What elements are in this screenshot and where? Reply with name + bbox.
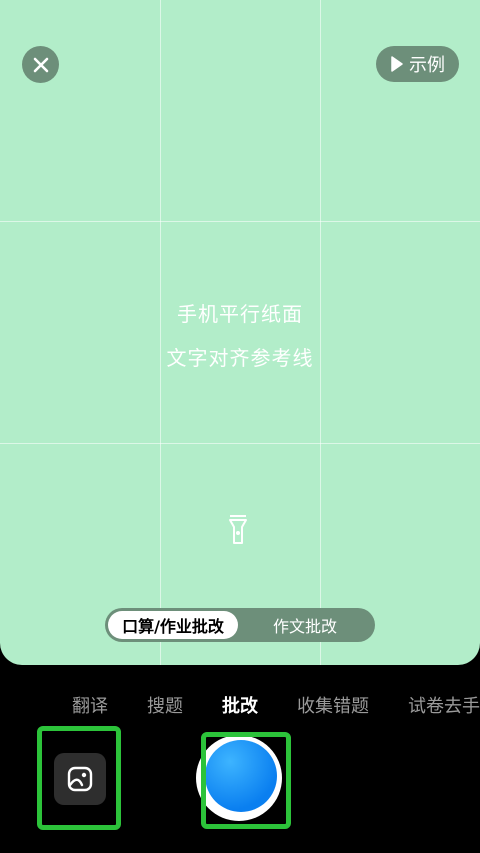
close-button[interactable] bbox=[22, 46, 59, 83]
example-button[interactable]: 示例 bbox=[376, 46, 459, 82]
tab-search-question[interactable]: 搜题 bbox=[147, 692, 183, 718]
tab-correct[interactable]: 批改 bbox=[222, 692, 258, 718]
guide-line-2: 文字对齐参考线 bbox=[166, 346, 314, 370]
example-label: 示例 bbox=[409, 55, 445, 76]
close-icon bbox=[33, 57, 48, 72]
play-icon bbox=[391, 56, 403, 72]
shutter-highlight-frame bbox=[201, 732, 291, 829]
mode-option-essay[interactable]: 作文批改 bbox=[238, 611, 372, 639]
function-tabs: 翻译 搜题 批改 收集错题 试卷去手 bbox=[0, 688, 480, 720]
guide-line-1: 手机平行纸面 bbox=[177, 302, 303, 326]
mode-toggle[interactable]: 口算/作业批改 作文批改 bbox=[105, 608, 375, 642]
grid-line bbox=[160, 0, 161, 665]
mode-option-homework[interactable]: 口算/作业批改 bbox=[108, 611, 238, 639]
flashlight-icon[interactable] bbox=[226, 513, 250, 547]
tab-remove-handwriting[interactable]: 试卷去手 bbox=[408, 692, 480, 718]
grid-line bbox=[0, 221, 480, 222]
camera-viewfinder[interactable]: 示例 手机平行纸面 文字对齐参考线 口算/作业批改 作文批改 bbox=[0, 0, 480, 665]
grid-line bbox=[320, 0, 321, 665]
album-highlight-frame bbox=[37, 726, 121, 830]
tab-translate[interactable]: 翻译 bbox=[72, 692, 108, 718]
tab-collect-mistakes[interactable]: 收集错题 bbox=[297, 692, 369, 718]
grid-line bbox=[0, 443, 480, 444]
